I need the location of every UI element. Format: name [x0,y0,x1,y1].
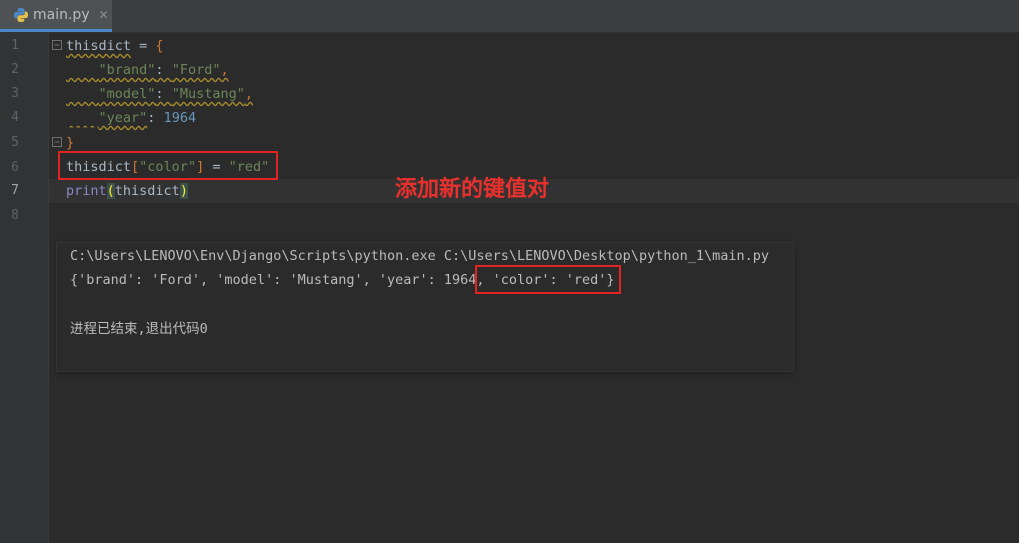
line-number: 4 [11,110,19,125]
annotation-label: 添加新的键值对 [395,177,550,202]
tab-label: main.py [33,6,90,23]
code-comma: , [220,62,229,78]
fold-close-icon[interactable] [52,137,62,147]
code-string-key: "year" [98,110,148,126]
code-string-value: "Ford" [171,62,221,78]
code-colon: : [155,62,172,78]
annotation-output-box [475,265,621,294]
code-number-value: 1964 [163,110,197,126]
code-colon: : [147,110,164,126]
console-command-line: C:\Users\LENOVO\Env\Django\Scripts\pytho… [70,248,769,264]
line-number: 6 [11,160,19,175]
code-line-3[interactable]: "model": "Mustang", [66,82,253,106]
code-paren: ) [179,183,188,199]
code-brace: { [155,38,164,54]
code-builtin-function: print [66,183,107,199]
code-line-1[interactable]: thisdict = { [66,34,164,58]
code-line-2[interactable]: "brand": "Ford", [66,58,229,82]
line-number-current: 7 [11,183,19,198]
console-output-prefix: {'brand': 'Ford', 'model': 'Mustang', 'y… [70,272,485,288]
gutter-separator [48,33,49,543]
tab-main-py[interactable]: main.py ✕ [0,0,112,32]
close-icon[interactable]: ✕ [99,8,109,22]
code-brace: } [66,135,75,151]
line-number: 5 [11,135,19,150]
code-line-7[interactable]: print(thisdict) [66,179,188,203]
python-file-icon [13,7,29,23]
code-line-4[interactable]: "year": 1964 [66,106,197,130]
code-colon: : [155,86,172,102]
code-operator: = [131,38,156,54]
code-comma: , [244,86,253,102]
run-output-panel: C:\Users\LENOVO\Env\Django\Scripts\pytho… [57,243,793,371]
code-string-key: "brand" [98,62,156,78]
line-number: 8 [11,208,19,223]
line-number: 1 [11,38,19,53]
code-string-key: "model" [98,86,156,102]
console-exit-message: 进程已结束,退出代码0 [70,321,208,337]
code-paren: ( [106,183,115,199]
code-string-value: "Mustang" [171,86,245,102]
line-number: 3 [11,86,19,101]
editor-tab-bar: main.py ✕ [0,0,1019,33]
line-number: 2 [11,62,19,77]
code-variable: thisdict [66,38,132,54]
code-argument: thisdict [114,183,180,199]
fold-open-icon[interactable] [52,40,62,50]
annotation-highlight-box [58,151,278,180]
